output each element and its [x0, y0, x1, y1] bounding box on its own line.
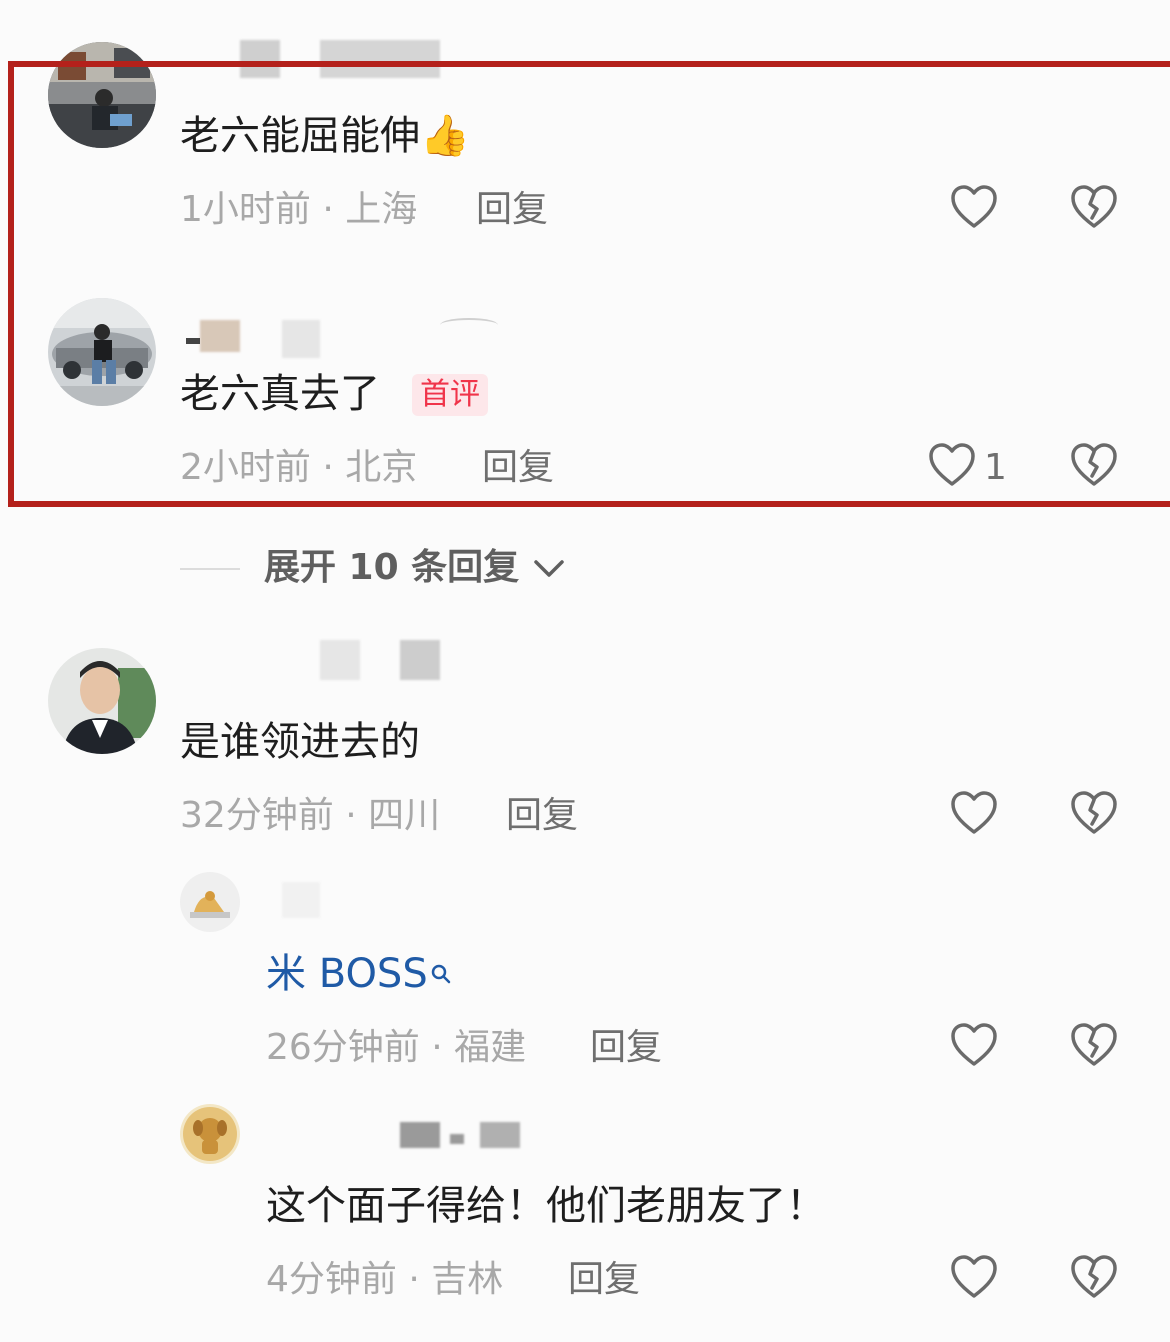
heart-icon[interactable] — [948, 1252, 1000, 1304]
avatar[interactable] — [180, 872, 240, 932]
comment-meta: 32分钟前 · 四川 — [180, 795, 441, 836]
username-blurred — [320, 640, 360, 680]
heart-icon[interactable] — [948, 1020, 1000, 1072]
reply-button[interactable]: 回复 — [506, 798, 578, 834]
avatar[interactable] — [180, 1104, 240, 1164]
chevron-down-icon — [532, 551, 566, 587]
username-blurred — [480, 1122, 520, 1148]
username-blurred — [450, 1134, 464, 1144]
mention-link[interactable]: 米 BOSS — [266, 954, 452, 994]
divider — [180, 568, 240, 570]
username-blurred — [400, 1122, 440, 1148]
broken-heart-icon[interactable] — [1068, 1252, 1120, 1304]
reply-button[interactable]: 回复 — [568, 1262, 640, 1298]
expand-replies-button[interactable]: 展开 10 条回复 — [264, 550, 566, 587]
broken-heart-icon[interactable] — [1068, 1020, 1120, 1072]
highlight-box — [8, 61, 1170, 507]
avatar[interactable] — [48, 648, 156, 754]
broken-heart-icon[interactable] — [1068, 788, 1120, 840]
reply-text: 这个面子得给！他们老朋友了！ — [266, 1183, 826, 1229]
heart-icon[interactable] — [948, 788, 1000, 840]
reply-meta: 26分钟前 · 福建 — [266, 1027, 527, 1068]
comment-text: 是谁领进去的 — [180, 719, 420, 765]
username-blurred — [282, 882, 320, 918]
username-blurred — [400, 640, 440, 680]
reply-button[interactable]: 回复 — [590, 1030, 662, 1066]
search-icon — [430, 954, 452, 994]
reply-meta: 4分钟前 · 吉林 — [266, 1259, 504, 1300]
